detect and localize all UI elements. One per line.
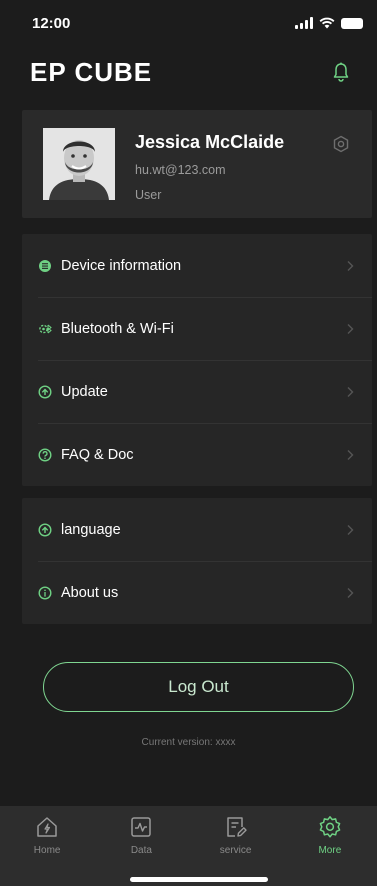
tab-data[interactable]: Data [94,806,188,866]
home-icon [37,817,57,837]
menu-item-label: Bluetooth & Wi-Fi [61,320,174,337]
app-header: EP CUBE [0,46,377,98]
device-info-icon [38,259,52,273]
bottom-tab-bar: Home Data service More [0,806,377,886]
tab-label: More [318,845,342,856]
tab-label: Home [33,845,61,856]
menu-item-language[interactable]: language [22,498,372,561]
menu-item-faq-doc[interactable]: FAQ & Doc [22,423,372,486]
menu-item-bluetooth-wifi[interactable]: Bluetooth & Wi-Fi [22,297,372,360]
tab-more[interactable]: More [283,806,377,866]
profile-role: User [135,188,162,202]
battery-icon [341,17,363,29]
profile-email: hu.wt@123.com [135,163,226,177]
brand-logo: EP CUBE [30,56,153,87]
service-icon [226,817,247,837]
home-indicator [130,877,268,882]
status-icons [295,17,363,29]
menu-item-label: FAQ & Doc [61,446,134,463]
chevron-right-icon [347,587,354,598]
tab-home[interactable]: Home [0,806,94,866]
notification-bell-icon[interactable] [331,61,351,83]
data-icon [131,817,152,837]
chevron-right-icon [347,386,354,397]
status-bar: 12:00 [0,0,377,46]
chevron-right-icon [347,449,354,460]
chevron-right-icon [347,524,354,535]
wifi-icon [319,17,335,29]
menu-item-label: Device information [61,257,182,274]
update-icon [38,384,52,399]
menu-item-update[interactable]: Update [22,360,372,423]
faq-icon [38,447,52,462]
menu-item-about-us[interactable]: About us [22,561,372,624]
menu-item-label: Update [61,383,108,400]
version-text: Current version: xxxx [141,737,236,748]
hexagon-settings-icon[interactable] [332,135,350,153]
chevron-right-icon [347,260,354,271]
settings-icon [319,816,341,838]
tab-service[interactable]: service [189,806,283,866]
signal-icon [295,17,313,29]
about-menu-group: language About us [22,498,372,624]
profile-card[interactable]: Jessica McClaide hu.wt@123.com User [22,110,372,218]
logout-button[interactable]: Log Out [43,662,354,712]
settings-menu-group: Device information Bluetooth & Wi-Fi Upd… [22,234,372,486]
language-icon [38,522,52,537]
menu-item-label: language [61,521,121,538]
chevron-right-icon [347,323,354,334]
menu-item-label: About us [61,584,119,601]
tab-label: service [219,845,252,856]
status-time: 12:00 [32,14,71,32]
menu-item-device-information[interactable]: Device information [22,234,372,297]
avatar [43,128,115,200]
bluetooth-wifi-icon [38,322,52,336]
info-icon [38,585,52,600]
profile-name: Jessica McClaide [135,132,285,152]
tab-label: Data [130,845,152,856]
